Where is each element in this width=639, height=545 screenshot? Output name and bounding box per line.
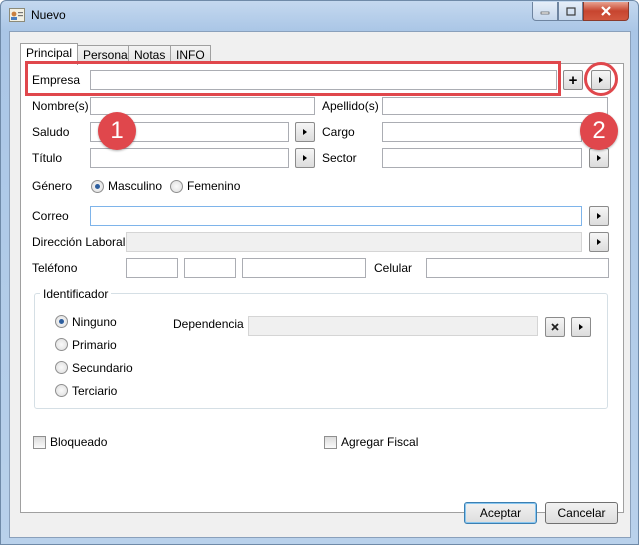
arrow-right-icon xyxy=(303,129,307,135)
plus-icon: + xyxy=(568,71,578,89)
step-badge-2: 2 xyxy=(580,112,618,150)
cargo-field[interactable] xyxy=(382,122,582,142)
dependencia-select-button[interactable] xyxy=(571,317,591,337)
empresa-highlight-box xyxy=(25,61,561,96)
arrow-right-icon xyxy=(597,155,601,161)
minimize-button[interactable] xyxy=(532,2,558,21)
identificador-title: Identificador xyxy=(40,287,112,301)
bloqueado-label[interactable]: Bloqueado xyxy=(50,435,107,449)
identificador-groupbox xyxy=(34,293,608,409)
correo-label: Correo xyxy=(32,209,69,223)
masculino-label[interactable]: Masculino xyxy=(108,179,162,193)
apellidos-label: Apellido(s) xyxy=(322,99,379,113)
arrow-right-icon xyxy=(597,213,601,219)
close-button[interactable] xyxy=(583,2,629,21)
maximize-button[interactable] xyxy=(558,2,583,21)
close-icon xyxy=(601,6,611,16)
step-badge-1: 1 xyxy=(98,112,136,150)
correo-field[interactable] xyxy=(90,206,582,226)
select-button-highlight-circle xyxy=(584,62,618,96)
agregar-fiscal-checkbox[interactable] xyxy=(324,436,337,449)
ninguno-radio[interactable] xyxy=(55,315,68,328)
masculino-radio[interactable] xyxy=(91,180,104,193)
arrow-right-icon xyxy=(597,239,601,245)
sector-select-button[interactable] xyxy=(589,148,609,168)
genero-label: Género xyxy=(32,179,73,193)
terciario-radio[interactable] xyxy=(55,384,68,397)
sector-field[interactable] xyxy=(382,148,582,168)
femenino-label[interactable]: Femenino xyxy=(187,179,240,193)
cargo-label: Cargo xyxy=(322,125,355,139)
minimize-icon xyxy=(540,11,550,15)
title-bar[interactable]: Nuevo xyxy=(1,1,638,31)
secundario-radio[interactable] xyxy=(55,361,68,374)
clear-dependencia-button[interactable] xyxy=(545,317,565,337)
primario-label[interactable]: Primario xyxy=(72,338,117,352)
telefono-number-field[interactable] xyxy=(242,258,366,278)
titulo-field[interactable] xyxy=(90,148,289,168)
saludo-select-button[interactable] xyxy=(295,122,315,142)
direccion-field[interactable] xyxy=(126,232,582,252)
arrow-right-icon xyxy=(579,324,583,330)
direccion-label: Dirección Laboral xyxy=(32,235,126,249)
dependencia-label: Dependencia xyxy=(173,317,244,331)
window-title: Nuevo xyxy=(31,8,66,22)
saludo-label: Saludo xyxy=(32,125,70,139)
telefono-label: Teléfono xyxy=(32,261,78,275)
ninguno-label[interactable]: Ninguno xyxy=(72,315,117,329)
titulo-select-button[interactable] xyxy=(295,148,315,168)
add-empresa-button[interactable]: + xyxy=(563,70,583,90)
contact-card-icon xyxy=(9,8,25,22)
dependencia-field[interactable] xyxy=(248,316,538,336)
direccion-select-button[interactable] xyxy=(589,232,609,252)
titulo-label: Título xyxy=(32,151,63,165)
arrow-right-icon xyxy=(303,155,307,161)
celular-label: Celular xyxy=(374,261,413,275)
correo-select-button[interactable] xyxy=(589,206,609,226)
maximize-icon xyxy=(565,6,576,16)
telefono-area-field[interactable] xyxy=(126,258,178,278)
nombres-label: Nombre(s) xyxy=(32,99,89,113)
telefono-prefix-field[interactable] xyxy=(184,258,236,278)
bloqueado-checkbox[interactable] xyxy=(33,436,46,449)
apellidos-field[interactable] xyxy=(382,97,608,115)
sector-label: Sector xyxy=(322,151,357,165)
primario-radio[interactable] xyxy=(55,338,68,351)
terciario-label[interactable]: Terciario xyxy=(72,384,117,398)
cancel-button[interactable]: Cancelar xyxy=(545,502,618,524)
femenino-radio[interactable] xyxy=(170,180,183,193)
accept-button[interactable]: Aceptar xyxy=(464,502,537,524)
celular-field[interactable] xyxy=(426,258,609,278)
agregar-fiscal-label[interactable]: Agregar Fiscal xyxy=(341,435,418,449)
close-icon xyxy=(551,323,559,331)
secundario-label[interactable]: Secundario xyxy=(72,361,133,375)
